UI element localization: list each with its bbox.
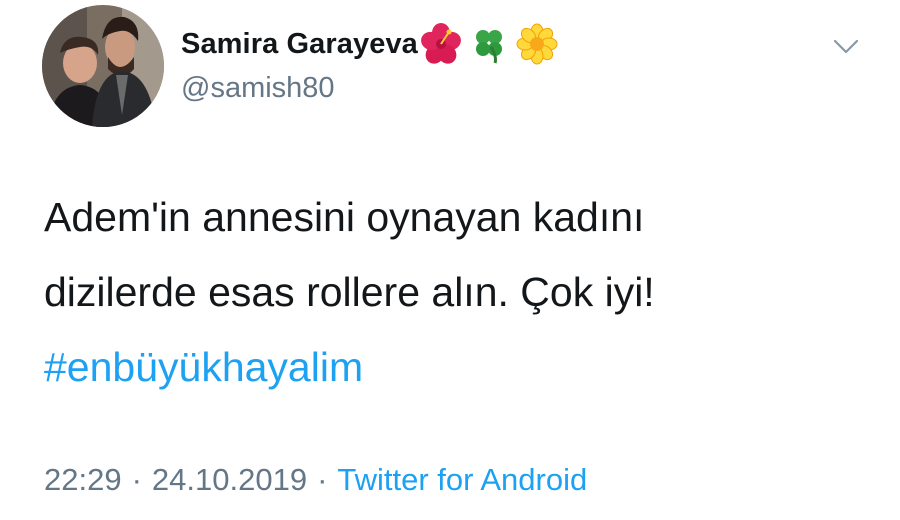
- tweet-text: Adem'in annesini oynayan kadını dizilerd…: [44, 180, 864, 405]
- hibiscus-icon: [420, 23, 461, 64]
- tweet-text-line: Adem'in annesini oynayan kadını: [44, 194, 645, 240]
- hashtag-link[interactable]: #enbüyükhayalim: [44, 330, 864, 405]
- tweet-meta: 22:29 · 24.10.2019 · Twitter for Android: [44, 462, 587, 498]
- tweet-text-line: dizilerde esas rollere alın. Çok iyi!: [44, 269, 655, 315]
- tweet-date[interactable]: 24.10.2019: [152, 462, 307, 497]
- avatar-photo: [42, 5, 164, 127]
- meta-separator: ·: [131, 462, 142, 497]
- four-leaf-clover-icon: [475, 30, 502, 64]
- tweet-source-link[interactable]: Twitter for Android: [337, 462, 587, 497]
- tweet-time[interactable]: 22:29: [44, 462, 122, 497]
- author-handle[interactable]: @samish80: [181, 72, 564, 105]
- tweet-card: Samira Garayeva @samish80 Adem'in annesi…: [0, 0, 900, 520]
- name-row: Samira Garayeva: [181, 23, 564, 65]
- tweet-header: Samira Garayeva @samish80: [181, 23, 564, 105]
- name-emojis: [420, 23, 564, 65]
- author-display-name[interactable]: Samira Garayeva: [181, 28, 418, 61]
- avatar[interactable]: [42, 5, 164, 127]
- chevron-down-icon[interactable]: [832, 38, 860, 56]
- blossom-icon: [516, 23, 558, 65]
- meta-separator: ·: [317, 462, 328, 497]
